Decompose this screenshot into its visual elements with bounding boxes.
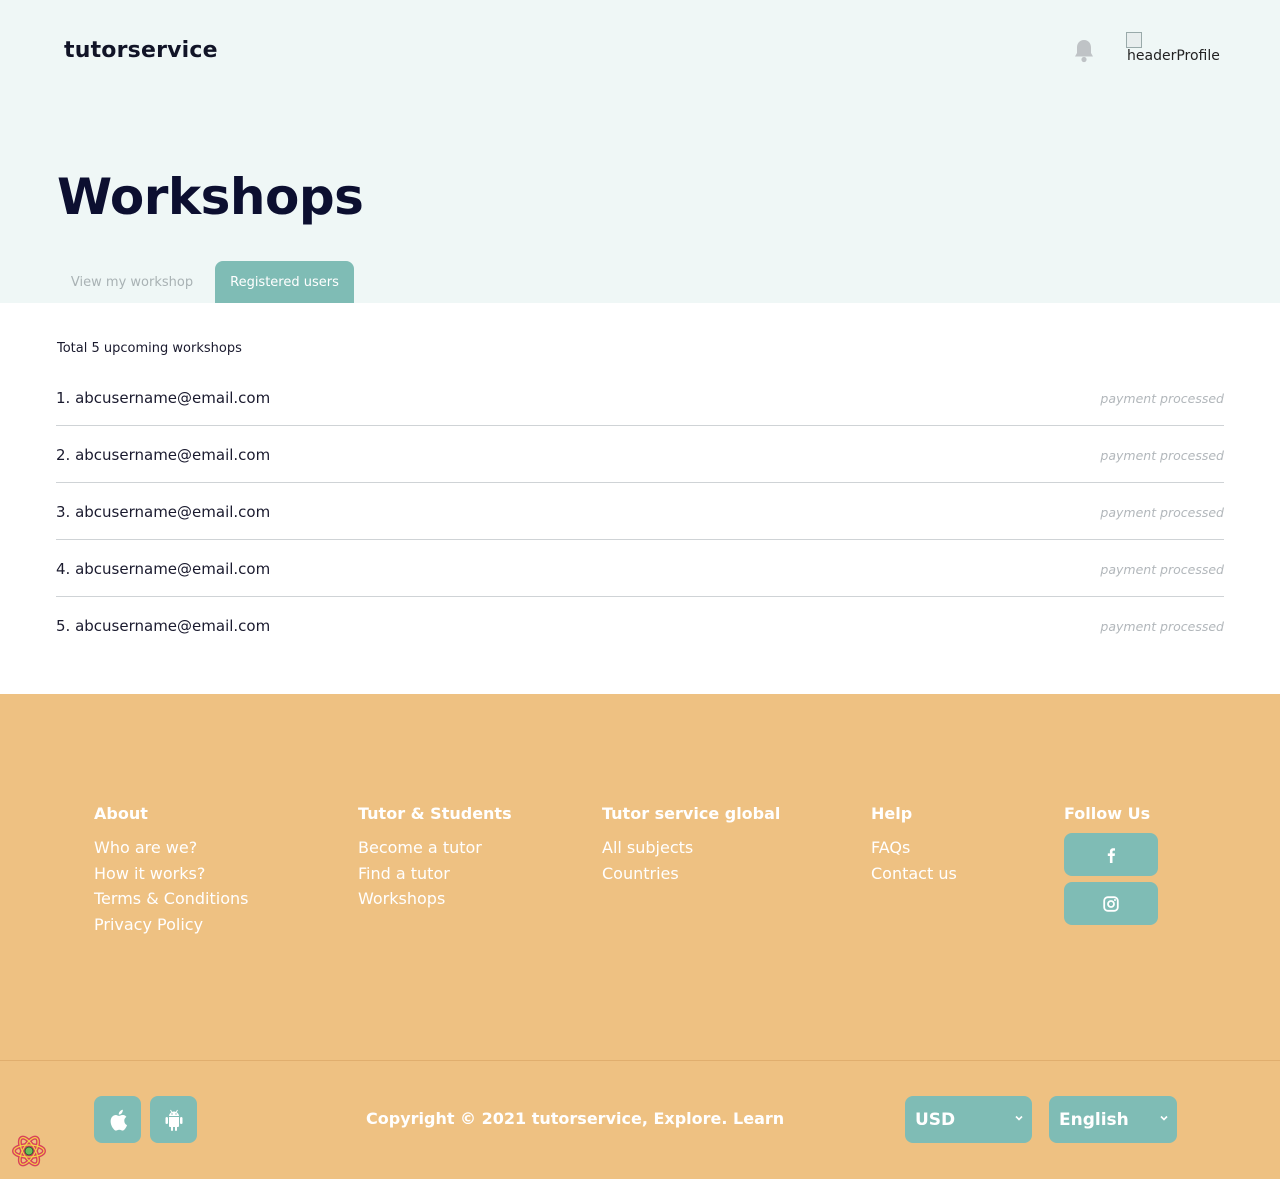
apple-store-button[interactable]	[94, 1096, 141, 1143]
footer-link-faqs[interactable]: FAQs	[871, 835, 957, 861]
footer-global-heading: Tutor service global	[602, 804, 781, 823]
footer-tutor-students-heading: Tutor & Students	[358, 804, 512, 823]
list-item: 4. abcusername@email.com payment process…	[56, 540, 1224, 597]
apple-icon	[110, 1109, 127, 1131]
list-item: 1. abcusername@email.com payment process…	[56, 369, 1224, 426]
payment-status: payment processed	[1100, 505, 1224, 520]
header-profile-avatar[interactable]: headerProfile	[1126, 32, 1236, 68]
user-email: 4. abcusername@email.com	[56, 560, 271, 578]
footer-help-heading: Help	[871, 804, 913, 823]
instagram-button[interactable]	[1064, 882, 1158, 925]
footer-tutor-students-column: Tutor & Students Become a tutor Find a t…	[358, 804, 512, 912]
footer-global-column: Tutor service global All subjects Countr…	[602, 804, 780, 886]
footer-divider	[0, 1060, 1280, 1061]
site-footer: About Who are we? How it works? Terms & …	[0, 694, 1280, 1179]
footer-link-who-are-we[interactable]: Who are we?	[94, 835, 248, 861]
user-email: 1. abcusername@email.com	[56, 389, 271, 407]
user-email: 5. abcusername@email.com	[56, 617, 271, 635]
android-icon	[165, 1109, 182, 1131]
payment-status: payment processed	[1100, 391, 1224, 406]
instagram-icon	[1103, 895, 1119, 912]
footer-link-countries[interactable]: Countries	[602, 861, 780, 887]
user-email: 2. abcusername@email.com	[56, 446, 271, 464]
total-workshops-text: Total 5 upcoming workshops	[57, 341, 242, 356]
footer-link-contact[interactable]: Contact us	[871, 861, 957, 887]
footer-link-terms[interactable]: Terms & Conditions	[94, 886, 248, 912]
payment-status: payment processed	[1100, 448, 1224, 463]
facebook-icon	[1107, 847, 1115, 863]
chevron-down-icon	[1160, 1115, 1168, 1121]
notification-bell-icon[interactable]	[1072, 38, 1096, 64]
react-devtools-icon[interactable]	[10, 1132, 48, 1170]
footer-link-how-it-works[interactable]: How it works?	[94, 861, 248, 887]
facebook-button[interactable]	[1064, 833, 1158, 876]
payment-status: payment processed	[1100, 619, 1224, 634]
language-selected-value: English	[1059, 1109, 1129, 1130]
list-item: 5. abcusername@email.com payment process…	[56, 597, 1224, 654]
list-item: 2. abcusername@email.com payment process…	[56, 426, 1224, 483]
brand-logo[interactable]: tutorservice	[64, 38, 218, 63]
footer-follow-column: Follow Us	[1064, 804, 1158, 931]
currency-selected-value: USD	[915, 1109, 956, 1130]
registration-list: 1. abcusername@email.com payment process…	[56, 369, 1224, 654]
chevron-down-icon	[1015, 1115, 1023, 1121]
footer-about-column: About Who are we? How it works? Terms & …	[94, 804, 248, 937]
footer-link-all-subjects[interactable]: All subjects	[602, 835, 780, 861]
registered-users-panel: Total 5 upcoming workshops 1. abcusernam…	[0, 303, 1280, 694]
footer-help-column: Help FAQs Contact us	[871, 804, 957, 886]
hero-header: tutorservice headerProfile Workshops Vie…	[0, 0, 1280, 303]
footer-link-privacy[interactable]: Privacy Policy	[94, 912, 248, 938]
tab-registered-users[interactable]: Registered users	[215, 261, 354, 303]
payment-status: payment processed	[1100, 562, 1224, 577]
currency-select[interactable]: USD	[905, 1096, 1032, 1143]
user-email: 3. abcusername@email.com	[56, 503, 271, 521]
tab-view-my-workshop[interactable]: View my workshop	[58, 261, 206, 303]
language-select[interactable]: English	[1049, 1096, 1177, 1143]
page-title: Workshops	[57, 168, 364, 226]
footer-about-heading: About	[94, 804, 148, 823]
broken-image-icon	[1126, 32, 1142, 48]
android-store-button[interactable]	[150, 1096, 197, 1143]
copyright-text: Copyright © 2021 tutorservice, Explore. …	[366, 1109, 785, 1128]
footer-link-become-tutor[interactable]: Become a tutor	[358, 835, 512, 861]
footer-link-workshops[interactable]: Workshops	[358, 886, 512, 912]
list-item: 3. abcusername@email.com payment process…	[56, 483, 1224, 540]
profile-alt-text: headerProfile	[1127, 48, 1220, 64]
footer-link-find-tutor[interactable]: Find a tutor	[358, 861, 512, 887]
footer-follow-heading: Follow Us	[1064, 804, 1151, 823]
